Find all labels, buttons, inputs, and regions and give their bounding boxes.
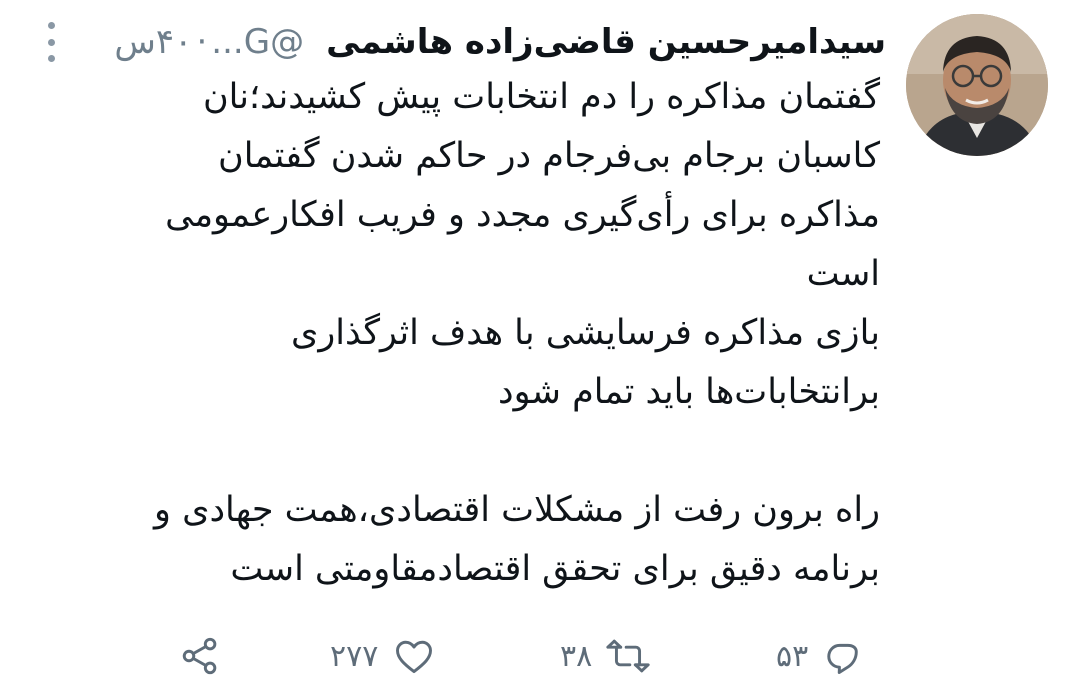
tweet-header: سیدامیرحسین قاضی‌زاده هاشمی @G... · ۴۰س <box>40 14 886 70</box>
avatar[interactable] <box>906 14 1048 156</box>
tweet-text-line: کاسبان برجام بی‌فرجام در حاکم شدن گفتمان <box>218 136 880 176</box>
header-separator: · <box>196 22 208 62</box>
tweet-text-line: برنامه دقیق برای تحقق اقتصادمقاومتی است <box>230 549 880 589</box>
share-icon <box>182 637 217 675</box>
tweet-text-line: گفتمان مذاکره را دم انتخابات پیش کشیدند؛… <box>202 77 880 117</box>
retweet-icon <box>606 639 650 673</box>
reply-button[interactable]: ۵۳ <box>776 628 866 684</box>
tweet-text-line: مذاکره برای رأی‌گیری مجدد و فریب افکارعم… <box>165 195 880 235</box>
avatar-photo <box>906 14 1048 156</box>
share-button[interactable] <box>178 628 222 684</box>
tweet-text-line: راه برون رفت از مشکلات اقتصادی،همت جهادی… <box>154 490 880 530</box>
more-dot-icon <box>47 55 55 62</box>
like-count: ۲۷۷ <box>330 638 379 674</box>
like-button[interactable]: ۲۷۷ <box>330 628 436 684</box>
retweet-button[interactable]: ۳۸ <box>560 628 650 684</box>
reply-count: ۵۳ <box>776 638 809 674</box>
tweet-card[interactable]: سیدامیرحسین قاضی‌زاده هاشمی @G... · ۴۰س … <box>0 0 1080 698</box>
tweet-text-line: برانتخابات‌ها باید تمام شود <box>497 372 880 412</box>
tweet-text-line: است <box>806 254 880 294</box>
tweet-text: گفتمان مذاکره را دم انتخابات پیش کشیدند؛… <box>60 68 880 599</box>
reply-icon <box>827 643 858 674</box>
author-name[interactable]: سیدامیرحسین قاضی‌زاده هاشمی <box>326 22 886 62</box>
author-handle[interactable]: @G... <box>211 22 304 62</box>
retweet-count: ۳۸ <box>560 638 593 674</box>
tweet-time[interactable]: ۴۰س <box>114 22 192 62</box>
tweet-actions-bar: ۵۳ ۳۸ ۲۷۷ <box>0 628 1080 684</box>
tweet-text-line <box>60 422 880 481</box>
heart-icon <box>396 640 433 674</box>
tweet-text-line: بازی مذاکره فرسایشی با هدف اثرگذاری <box>290 313 880 353</box>
more-dot-icon <box>47 22 55 29</box>
more-dot-icon <box>47 38 55 46</box>
more-options-button[interactable] <box>40 22 62 62</box>
